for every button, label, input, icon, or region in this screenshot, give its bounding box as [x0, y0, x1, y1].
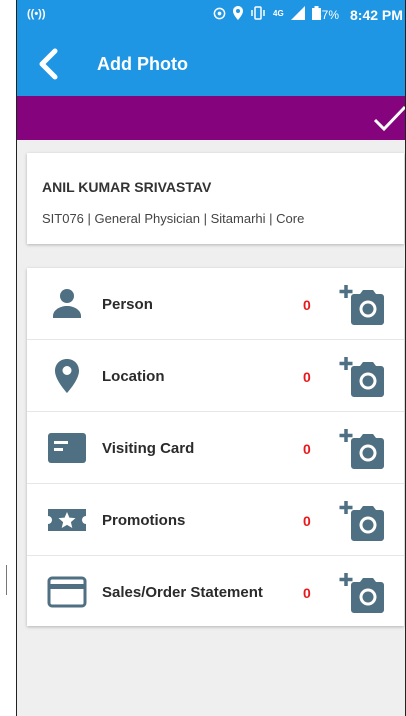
- status-icons: 4G: [213, 6, 321, 20]
- network-type: 4G: [273, 8, 284, 18]
- credit-card-icon: [47, 576, 87, 608]
- category-label: Promotions: [102, 512, 186, 529]
- location-pin-icon: [55, 359, 79, 393]
- visiting-card-icon: [48, 433, 86, 463]
- category-count: 0: [303, 297, 311, 313]
- add-photo-camera-icon[interactable]: [336, 282, 384, 328]
- page-title: Add Photo: [97, 54, 188, 74]
- photo-category-list: Person 0 Location 0 Visiting Card 0 Prom…: [27, 268, 404, 626]
- category-label: Person: [102, 296, 153, 313]
- battery-percentage: 67%: [315, 8, 340, 22]
- category-row-location[interactable]: Location 0: [27, 340, 404, 412]
- add-photo-camera-icon[interactable]: [336, 354, 384, 400]
- status-bar: ((•)) 4G 67% 8:42 PM: [17, 0, 405, 30]
- add-photo-camera-icon[interactable]: [336, 426, 384, 472]
- category-count: 0: [303, 513, 311, 529]
- doctor-card: ANIL KUMAR SRIVASTAV SIT076 | General Ph…: [27, 153, 404, 244]
- doctor-details: SIT076 | General Physician | Sitamarhi |…: [42, 211, 305, 226]
- action-bar: [17, 96, 405, 140]
- signal-icon: [290, 6, 305, 20]
- hotspot-icon: ((•)): [27, 8, 46, 20]
- promotions-ticket-icon: [48, 509, 86, 531]
- category-label: Sales/Order Statement: [102, 584, 263, 601]
- category-row-promotions[interactable]: Promotions 0: [27, 484, 404, 556]
- doctor-name: ANIL KUMAR SRIVASTAV: [42, 179, 212, 195]
- app-bar: Add Photo: [17, 30, 405, 96]
- category-count: 0: [303, 585, 311, 601]
- confirm-button[interactable]: [371, 104, 405, 134]
- clock: 8:42 PM: [350, 7, 403, 23]
- add-photo-camera-icon[interactable]: [336, 570, 384, 616]
- back-arrow-icon: [39, 48, 58, 80]
- category-count: 0: [303, 369, 311, 385]
- wifi-icon: [213, 7, 226, 19]
- phone-screen: ((•)) 4G 67% 8:42 PM Add Photo ANIL KUMA…: [16, 0, 406, 716]
- external-divider: [0, 565, 7, 595]
- category-row-person[interactable]: Person 0: [27, 268, 404, 340]
- category-row-sales-order-statement[interactable]: Sales/Order Statement 0: [27, 556, 404, 627]
- category-label: Location: [102, 368, 165, 385]
- location-status-icon: [233, 6, 243, 20]
- category-label: Visiting Card: [102, 440, 195, 457]
- add-photo-camera-icon[interactable]: [336, 498, 384, 544]
- back-button[interactable]: [31, 46, 67, 82]
- vibrate-icon: [251, 6, 265, 20]
- checkmark-icon: [373, 105, 405, 132]
- category-row-visiting-card[interactable]: Visiting Card 0: [27, 412, 404, 484]
- person-icon: [53, 289, 81, 318]
- category-count: 0: [303, 441, 311, 457]
